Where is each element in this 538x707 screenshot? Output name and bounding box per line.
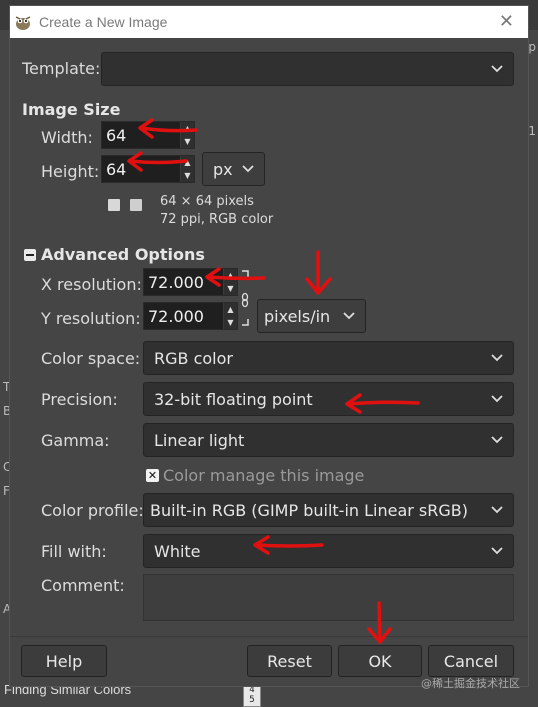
portrait-icon[interactable]: [108, 199, 120, 211]
gamma-value: Linear light: [154, 430, 245, 450]
height-label: Height:: [41, 162, 100, 181]
width-input[interactable]: 64 ▲ ▼: [101, 121, 195, 149]
dialog-titlebar[interactable]: Create a New Image ✕: [10, 6, 528, 38]
chevron-down-icon: [491, 395, 503, 403]
y-resolution-stepper[interactable]: ▲ ▼: [223, 303, 237, 329]
increment-icon[interactable]: ▲: [223, 269, 237, 282]
advanced-options-section-title[interactable]: Advanced Options: [41, 245, 205, 264]
chevron-down-icon: [491, 506, 503, 514]
resolution-unit-value: pixels/in: [264, 306, 331, 326]
width-label: Width:: [41, 128, 93, 147]
size-unit-value: px: [213, 159, 233, 179]
height-input[interactable]: 64 ▲ ▼: [101, 155, 195, 183]
image-size-pixels: 64 × 64 pixels: [160, 194, 254, 209]
chevron-down-icon: [491, 354, 503, 362]
background-glyph: 1: [528, 124, 536, 138]
dialog-title: Create a New Image: [39, 14, 168, 30]
increment-icon[interactable]: ▲: [180, 156, 194, 169]
cancel-button[interactable]: Cancel: [428, 645, 514, 677]
chain-link-icon[interactable]: [240, 269, 252, 329]
fill-with-dropdown[interactable]: White: [143, 534, 514, 568]
comment-label: Comment:: [41, 576, 125, 595]
gamma-label: Gamma:: [41, 431, 110, 450]
width-value: 64: [106, 125, 127, 145]
height-stepper[interactable]: ▲ ▼: [180, 156, 194, 182]
y-resolution-input[interactable]: 72.000 ▲ ▼: [143, 302, 238, 330]
precision-label: Precision:: [41, 390, 118, 409]
color-profile-dropdown[interactable]: Built-in RGB (GIMP built-in Linear sRGB): [143, 493, 514, 527]
decrement-icon[interactable]: ▼: [180, 169, 194, 182]
color-space-value: RGB color: [154, 348, 233, 368]
color-manage-label[interactable]: Color manage this image: [163, 466, 364, 485]
color-manage-checkbox[interactable]: ✕: [146, 469, 159, 482]
watermark-text: @稀土掘金技术社区: [421, 677, 520, 690]
close-icon[interactable]: ✕: [499, 11, 514, 32]
fill-with-value: White: [154, 541, 201, 561]
gamma-dropdown[interactable]: Linear light: [143, 423, 514, 457]
resolution-unit-dropdown[interactable]: pixels/in: [257, 299, 366, 333]
x-resolution-label: X resolution:: [41, 275, 142, 294]
precision-dropdown[interactable]: 32-bit floating point: [143, 382, 514, 416]
template-dropdown[interactable]: [101, 52, 514, 86]
image-size-info: 64 × 64 pixels 72 ppi, RGB color: [160, 193, 273, 229]
y-resolution-value: 72.000: [148, 306, 204, 326]
chevron-down-icon: [491, 436, 503, 444]
template-label: Template:: [22, 59, 101, 78]
chevron-down-icon: [491, 65, 503, 73]
color-profile-label: Color profile:: [41, 501, 144, 520]
chevron-down-icon: [242, 165, 254, 173]
comment-textarea[interactable]: [143, 574, 514, 621]
help-button[interactable]: Help: [21, 645, 107, 677]
x-resolution-stepper[interactable]: ▲ ▼: [223, 269, 237, 295]
collapse-advanced-icon[interactable]: [24, 249, 36, 261]
ok-button[interactable]: OK: [338, 645, 422, 677]
increment-icon[interactable]: ▲: [180, 122, 194, 135]
background-glyph: p: [528, 40, 536, 54]
width-stepper[interactable]: ▲ ▼: [180, 122, 194, 148]
reset-button[interactable]: Reset: [247, 645, 332, 677]
color-profile-value: Built-in RGB (GIMP built-in Linear sRGB): [150, 500, 468, 520]
image-size-resolution: 72 ppi, RGB color: [160, 212, 274, 227]
create-new-image-dialog: Create a New Image ✕ Template: Image Siz…: [9, 5, 529, 687]
chevron-down-icon: [343, 312, 355, 320]
button-separator: [10, 636, 528, 637]
color-space-label: Color space:: [41, 349, 141, 368]
x-resolution-input[interactable]: 72.000 ▲ ▼: [143, 268, 238, 296]
decrement-icon[interactable]: ▼: [223, 282, 237, 295]
image-size-section-title: Image Size: [22, 100, 121, 119]
y-resolution-label: Y resolution:: [41, 309, 141, 328]
fill-with-label: Fill with:: [41, 542, 107, 561]
color-space-dropdown[interactable]: RGB color: [143, 341, 514, 375]
size-unit-dropdown[interactable]: px: [202, 152, 265, 186]
decrement-icon[interactable]: ▼: [223, 316, 237, 329]
precision-value: 32-bit floating point: [154, 389, 313, 409]
chevron-down-icon: [491, 547, 503, 555]
background-ruler: 4 5: [243, 684, 261, 707]
x-resolution-value: 72.000: [148, 272, 204, 292]
height-value: 64: [106, 159, 127, 179]
increment-icon[interactable]: ▲: [223, 303, 237, 316]
ruler-tick-label: 5: [249, 695, 255, 705]
landscape-icon[interactable]: [130, 199, 142, 211]
decrement-icon[interactable]: ▼: [180, 135, 194, 148]
gimp-app-icon: [15, 16, 31, 30]
